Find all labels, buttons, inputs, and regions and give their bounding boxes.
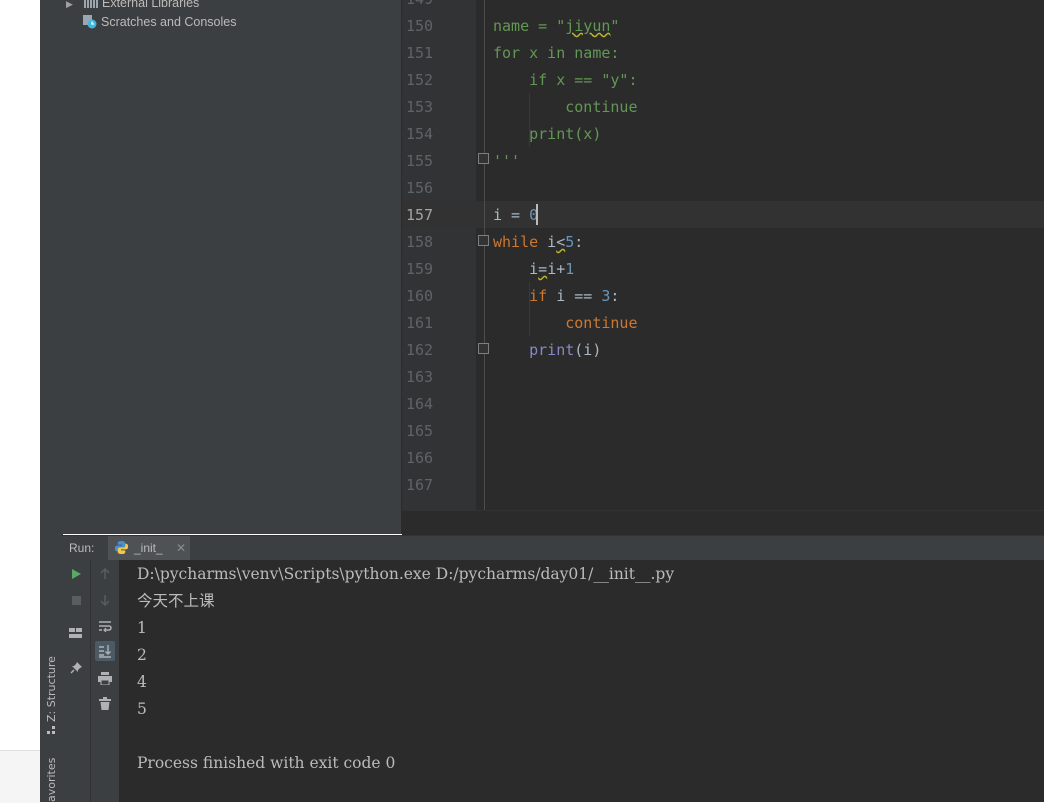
structure-icon — [47, 726, 55, 734]
structure-tab-label: Z: Structure — [45, 656, 58, 722]
line-number: 159 — [406, 260, 434, 278]
desktop-strip-bottom — [0, 750, 40, 803]
line-number: 151 — [406, 44, 434, 62]
favorites-tab-label: avorites — [45, 757, 58, 802]
code-line-153: continue — [493, 98, 638, 116]
soft-wrap-button[interactable] — [95, 616, 115, 636]
soft-wrap-icon — [99, 621, 112, 632]
trash-icon — [99, 696, 111, 710]
library-icon — [84, 0, 98, 8]
editor-scroll-strip — [402, 510, 1044, 535]
code-line-161: continue — [565, 314, 638, 332]
console-line: 今天不上课 — [137, 592, 215, 610]
code-line-162: print(i) — [529, 341, 602, 359]
line-number: 154 — [406, 125, 434, 143]
code-line-154: print(x) — [493, 125, 602, 143]
run-tab[interactable]: _init_ ✕ — [108, 536, 190, 560]
line-number: 149 — [402, 0, 466, 13]
line-number: 155 — [406, 152, 434, 170]
scratches-icon — [83, 15, 97, 29]
clear-all-button[interactable] — [95, 693, 115, 713]
console-line: 1 — [137, 619, 147, 637]
run-label: Run: — [69, 541, 95, 555]
scroll-to-end-button[interactable] — [95, 641, 115, 661]
run-console-output[interactable]: D:\pycharms\venv\Scripts\python.exe D:/p… — [120, 560, 1044, 802]
play-icon — [72, 569, 81, 579]
line-number: 157 — [406, 206, 434, 224]
line-number: 166 — [406, 449, 434, 467]
project-tree-label: External Libraries — [102, 0, 200, 10]
print-icon — [98, 671, 112, 685]
console-line: D:\pycharms\venv\Scripts\python.exe D:/p… — [137, 565, 675, 583]
arrow-up-icon — [100, 568, 110, 579]
code-line-152: if x == "y": — [493, 71, 638, 89]
run-tab-name: _init_ — [134, 541, 163, 555]
line-number: 156 — [406, 179, 434, 197]
stop-button[interactable] — [66, 590, 86, 610]
desktop-strip — [0, 0, 40, 802]
pin-tab-button[interactable] — [66, 657, 86, 677]
line-number: 150 — [406, 17, 434, 35]
layout-icon — [69, 628, 82, 638]
line-number: 165 — [406, 422, 434, 440]
code-line-157: i = 0 — [493, 206, 539, 224]
structure-tab[interactable]: Z: Structure — [40, 640, 62, 740]
line-number: 152 — [406, 71, 434, 89]
python-icon — [114, 540, 129, 555]
console-line: 5 — [137, 700, 147, 718]
up-stack-button[interactable] — [95, 564, 115, 584]
run-panel-header: Run: _init_ ✕ — [62, 535, 1044, 561]
run-toolbar-primary — [62, 560, 91, 802]
layout-button[interactable] — [66, 623, 86, 643]
line-number: 164 — [406, 395, 434, 413]
expand-arrow-icon[interactable]: ▶ — [66, 0, 74, 14]
code-line-158: while i<5: — [493, 233, 584, 251]
line-number: 162 — [406, 341, 434, 359]
code-line-160: if i == 3: — [529, 287, 620, 305]
print-button[interactable] — [95, 668, 115, 688]
scroll-to-end-icon — [99, 645, 111, 658]
line-number: 158 — [406, 233, 434, 251]
line-number: 160 — [406, 287, 434, 305]
line-number: 153 — [406, 98, 434, 116]
line-number: 163 — [406, 368, 434, 386]
project-tree-label: Scratches and Consoles — [101, 15, 237, 29]
console-line: Process finished with exit code 0 — [137, 754, 396, 772]
tool-window-stripe: Z: Structure avorites — [40, 0, 63, 802]
favorites-tab[interactable]: avorites — [40, 750, 62, 802]
arrow-down-icon — [100, 595, 110, 606]
code-line-151: for x in name: — [493, 44, 620, 62]
down-stack-button[interactable] — [95, 590, 115, 610]
console-line: 2 — [137, 646, 147, 664]
close-tab-icon[interactable]: ✕ — [176, 536, 186, 560]
run-toolbar-secondary — [91, 560, 120, 802]
code-line-150: name = "jiyun" — [493, 17, 620, 35]
line-number: 161 — [406, 314, 434, 332]
project-tree-item-scratches[interactable]: Scratches and Consoles — [82, 12, 237, 32]
line-number: 167 — [406, 476, 434, 494]
text-caret — [536, 204, 538, 225]
rerun-button[interactable] — [66, 564, 86, 584]
stop-icon — [71, 595, 81, 605]
console-line: 4 — [137, 673, 147, 691]
code-area[interactable]: name = "jiyun" for x in name: if x == "y… — [476, 0, 1044, 510]
code-line-155: ''' — [493, 152, 521, 170]
project-panel: ▶ External Libraries Scratches and Consol… — [62, 0, 402, 534]
pin-icon — [69, 661, 82, 674]
code-line-159: i=i+1 — [493, 260, 575, 278]
